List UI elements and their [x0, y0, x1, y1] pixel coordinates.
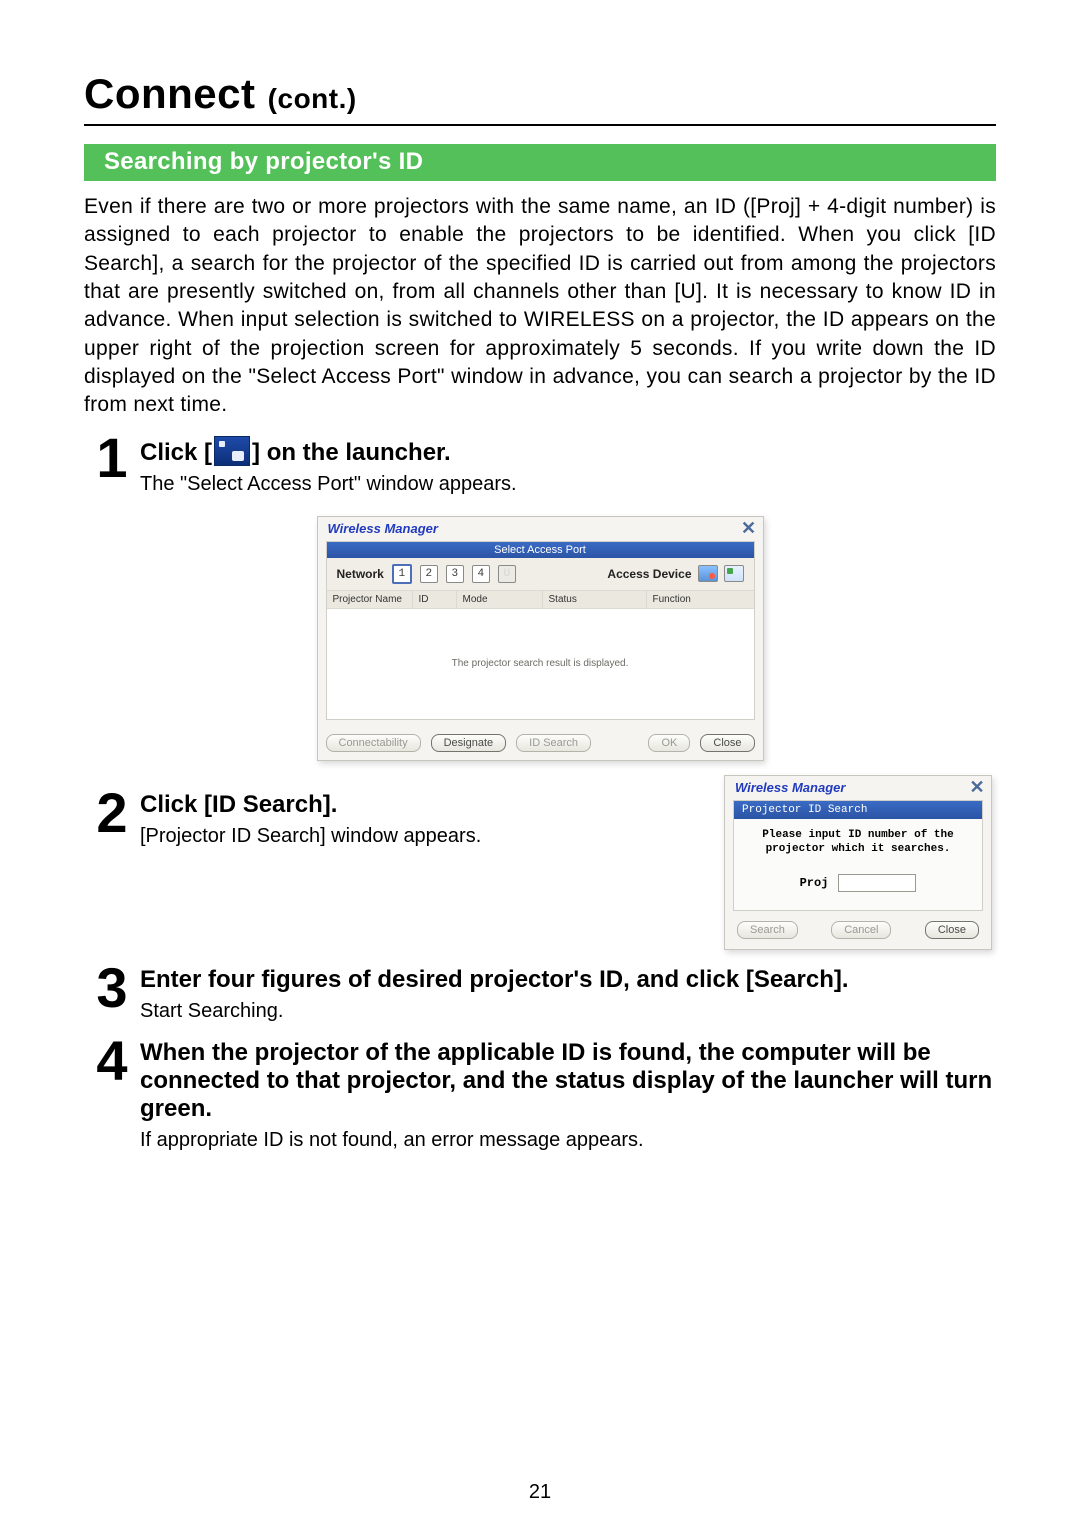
sap-empty-message: The projector search result is displayed… — [452, 658, 629, 669]
step-3: 3 Enter four figures of desired projecto… — [84, 964, 996, 1023]
step-1: 1 Click [ ] on the launcher. The "Select … — [84, 434, 996, 496]
col-id: ID — [413, 591, 457, 608]
step-4-head: When the projector of the applicable ID … — [140, 1039, 996, 1123]
step-2-desc: [Projector ID Search] window appears. — [140, 825, 704, 848]
step-2-row: 2 Click [ID Search]. [Projector ID Searc… — [84, 775, 996, 951]
step-3-body: Enter four figures of desired projector'… — [140, 964, 996, 1023]
close-button[interactable]: Close — [700, 734, 754, 752]
network-label: Network — [337, 567, 384, 581]
step-1-desc: The "Select Access Port" window appears. — [140, 473, 996, 496]
title-divider — [84, 124, 996, 126]
step-2-body: Click [ID Search]. [Projector ID Search]… — [140, 789, 704, 848]
channel-2-button[interactable]: 2 — [420, 565, 438, 583]
pid-button-row: Search Cancel Close — [725, 919, 991, 949]
designate-button[interactable]: Designate — [431, 734, 507, 752]
channel-3-button[interactable]: 3 — [446, 565, 464, 583]
sap-table-header: Projector Name ID Mode Status Function — [327, 591, 754, 609]
connectability-button[interactable]: Connectability — [326, 734, 421, 752]
sap-button-row: Connectability Designate ID Search OK Cl… — [318, 728, 763, 760]
pid-manager-label: Wireless Manager — [735, 780, 845, 795]
close-icon[interactable]: ✕ — [965, 778, 989, 798]
search-button[interactable]: Search — [737, 921, 798, 939]
step-3-head: Enter four figures of desired projector'… — [140, 966, 996, 994]
access-device-a-icon[interactable] — [698, 565, 718, 582]
access-device-label: Access Device — [607, 567, 691, 581]
step-number-2: 2 — [84, 789, 140, 837]
step-3-desc: Start Searching. — [140, 1000, 996, 1023]
title-cont: (cont.) — [268, 83, 357, 114]
pid-pane: Projector ID Search Please input ID numb… — [733, 800, 983, 912]
id-search-button[interactable]: ID Search — [516, 734, 591, 752]
select-access-port-window: Wireless Manager ✕ Select Access Port Ne… — [317, 516, 764, 761]
channel-1-button[interactable]: 1 — [392, 564, 412, 584]
col-projector-name: Projector Name — [327, 591, 413, 608]
pid-pane-title: Projector ID Search — [734, 801, 982, 819]
ok-button[interactable]: OK — [648, 734, 690, 752]
step-number-3: 3 — [84, 964, 140, 1012]
close-icon[interactable]: ✕ — [737, 519, 761, 539]
step-2-left: 2 Click [ID Search]. [Projector ID Searc… — [84, 775, 704, 856]
pid-proj-label: Proj — [800, 876, 829, 890]
sap-network-row: Network 1 2 3 4 U Access Device — [327, 558, 754, 591]
cancel-button[interactable]: Cancel — [831, 921, 891, 939]
close-button-pid[interactable]: Close — [925, 921, 979, 939]
sap-pane-title: Select Access Port — [327, 542, 754, 558]
title-main: Connect — [84, 70, 256, 117]
pid-input-row: Proj — [734, 860, 982, 910]
col-status: Status — [543, 591, 647, 608]
sap-access-device-right: Access Device — [607, 565, 743, 582]
step-number-1: 1 — [84, 434, 140, 482]
projector-id-field[interactable] — [838, 874, 916, 892]
step-2: 2 Click [ID Search]. [Projector ID Searc… — [84, 789, 704, 848]
section-header: Searching by projector's ID — [84, 144, 996, 181]
channel-u-button[interactable]: U — [498, 565, 516, 583]
step-4: 4 When the projector of the applicable I… — [84, 1037, 996, 1152]
access-device-b-icon[interactable] — [724, 565, 744, 582]
page-title: Connect (cont.) — [84, 70, 996, 118]
step-1-head-prefix: Click [ — [140, 439, 212, 466]
sap-network-left: Network 1 2 3 4 U — [337, 564, 516, 584]
manual-page: Connect (cont.) Searching by projector's… — [0, 0, 1080, 1532]
pid-instruction-message: Please input ID number of the projector … — [734, 819, 982, 861]
step-number-4: 4 — [84, 1037, 140, 1085]
step-4-body: When the projector of the applicable ID … — [140, 1037, 996, 1152]
sap-table-body: The projector search result is displayed… — [327, 609, 754, 719]
col-mode: Mode — [457, 591, 543, 608]
sap-titlebar: Wireless Manager ✕ — [318, 517, 763, 541]
step-1-head-suffix: ] on the launcher. — [252, 439, 451, 466]
col-function: Function — [647, 591, 737, 608]
step-2-head: Click [ID Search]. — [140, 791, 704, 819]
intro-paragraph: Even if there are two or more projectors… — [84, 193, 996, 420]
step-1-head: Click [ ] on the launcher. — [140, 436, 996, 467]
sap-pane: Select Access Port Network 1 2 3 4 U Acc… — [326, 541, 755, 720]
projector-id-search-window: Wireless Manager ✕ Projector ID Search P… — [724, 775, 992, 951]
channel-4-button[interactable]: 4 — [472, 565, 490, 583]
step-4-desc: If appropriate ID is not found, an error… — [140, 1129, 996, 1152]
sap-manager-label: Wireless Manager — [328, 521, 438, 536]
launcher-icon — [214, 436, 250, 466]
page-number: 21 — [529, 1481, 551, 1504]
step-2-right: Wireless Manager ✕ Projector ID Search P… — [724, 775, 996, 951]
step-1-body: Click [ ] on the launcher. The "Select Ac… — [140, 434, 996, 496]
pid-titlebar: Wireless Manager ✕ — [725, 776, 991, 800]
